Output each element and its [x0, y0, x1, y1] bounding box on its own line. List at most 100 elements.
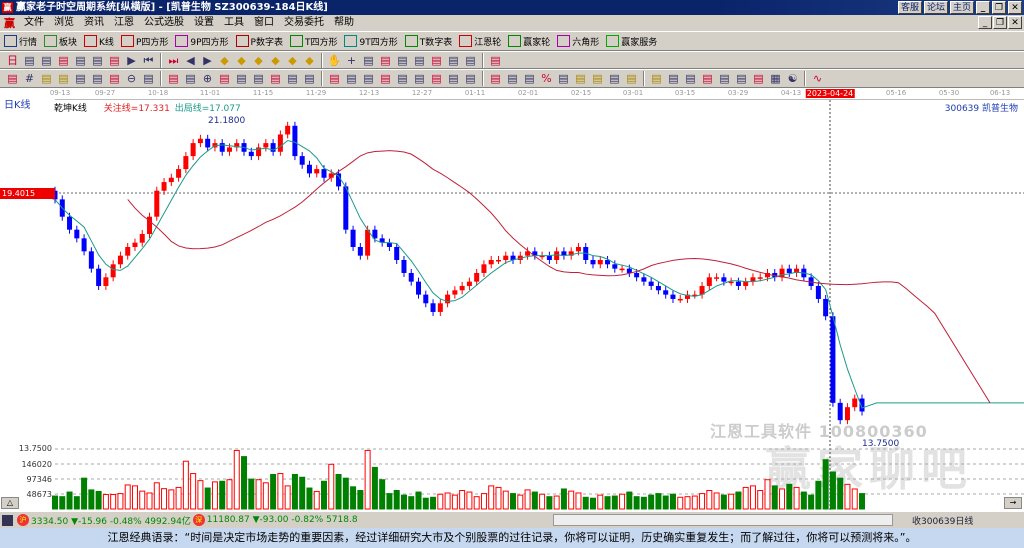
toolbar-button[interactable]: P数字表 [235, 35, 283, 48]
menu-item[interactable]: 公式选股 [139, 15, 189, 31]
triangle-icon[interactable]: ▤ [182, 71, 199, 86]
toolbar-button[interactable]: P四方形 [120, 35, 168, 48]
home-link[interactable]: 主页 [949, 1, 974, 14]
scroll-right-button[interactable]: → [1004, 497, 1022, 509]
gold2-icon[interactable]: ▤ [55, 71, 72, 86]
percent-red-icon[interactable]: ▤ [521, 71, 538, 86]
circle-icon[interactable]: ⊖ [123, 71, 140, 86]
angle3-icon[interactable]: ▤ [699, 71, 716, 86]
mesh-icon[interactable]: ▤ [445, 71, 462, 86]
parallel-icon[interactable]: ▤ [250, 71, 267, 86]
speed-icon[interactable]: ▤ [606, 71, 623, 86]
service-link[interactable]: 客服 [897, 1, 922, 14]
wave-lines-icon[interactable]: ▤ [487, 71, 504, 86]
calculator-icon[interactable] [2, 514, 13, 526]
fork-icon[interactable]: ▤ [72, 71, 89, 86]
mesh2-icon[interactable]: ▤ [462, 71, 479, 86]
cycle-icon[interactable]: ▤ [89, 71, 106, 86]
hand-icon[interactable]: ✋ [326, 53, 343, 68]
menu-item[interactable]: 资讯 [79, 15, 109, 31]
angle4-icon[interactable]: ▤ [716, 71, 733, 86]
menu-item[interactable]: 帮助 [329, 15, 359, 31]
child-close-button[interactable]: ✕ [1008, 16, 1022, 29]
menu-item[interactable]: 文件 [19, 15, 49, 31]
spiral-icon[interactable]: ▤ [394, 71, 411, 86]
toolbar-button[interactable]: T四方形 [289, 35, 337, 48]
ruler-icon[interactable]: ▤ [326, 71, 343, 86]
angle2-icon[interactable]: ▤ [682, 71, 699, 86]
chart-area[interactable]: 09-13 09-27 10-18 11-01 11-15 11-29 12-13 12-27… [0, 88, 1024, 512]
calendar-icon[interactable]: ▤ [411, 53, 428, 68]
menu-item[interactable]: 工具 [219, 15, 249, 31]
toolbar-button[interactable]: 赢家服务 [606, 35, 657, 48]
gear-icon[interactable]: ▤ [394, 53, 411, 68]
right-icon[interactable]: ▶ [199, 53, 216, 68]
day-icon[interactable]: 日 [4, 53, 21, 68]
node-icon[interactable]: ▤ [377, 53, 394, 68]
crosshair-icon[interactable]: + [343, 53, 360, 68]
star-icon[interactable]: ▤ [216, 71, 233, 86]
toolbar-button[interactable]: 行情 [4, 35, 37, 48]
notes-icon[interactable]: ▤ [445, 53, 462, 68]
menu-item[interactable]: 交易委托 [279, 15, 329, 31]
candle-icon[interactable]: ▤ [89, 53, 106, 68]
diamond-icon[interactable]: ◆ [267, 53, 284, 68]
gann-icon[interactable]: ▤ [504, 71, 521, 86]
diamond-icon[interactable]: ◆ [216, 53, 233, 68]
rights-icon[interactable]: ▤ [106, 53, 123, 68]
lines-icon[interactable]: ▤ [140, 71, 157, 86]
horizontal-scrollbar[interactable] [553, 514, 893, 526]
menu-item[interactable]: 浏览 [49, 15, 79, 31]
restore-button[interactable]: ❐ [992, 1, 1006, 14]
diamond-icon[interactable]: ◆ [284, 53, 301, 68]
taiji-icon[interactable]: ☯ [784, 71, 801, 86]
gold-coin-icon[interactable]: ▤ [572, 71, 589, 86]
save-icon[interactable]: ▤ [462, 53, 479, 68]
gold-lines-icon[interactable]: ▤ [589, 71, 606, 86]
arc-icon[interactable]: ▤ [377, 71, 394, 86]
child-restore-button[interactable]: ❐ [993, 16, 1007, 29]
sine-icon[interactable]: ∿ [809, 71, 826, 86]
fan-icon[interactable]: ▤ [267, 71, 284, 86]
angle-lines-icon[interactable]: ▤ [665, 71, 682, 86]
child-minimize-button[interactable]: _ [978, 16, 992, 29]
toolbar-button[interactable]: T数字表 [404, 35, 452, 48]
flag-icon[interactable]: ▶ [123, 53, 140, 68]
square-grid-icon[interactable]: ▤ [301, 71, 318, 86]
wave-icon[interactable]: ▤ [55, 53, 72, 68]
collapse-button[interactable]: △ [1, 497, 19, 509]
gold-fan-icon[interactable]: ▤ [623, 71, 640, 86]
box-icon[interactable]: ▤ [233, 71, 250, 86]
diamond-icon[interactable]: ◆ [250, 53, 267, 68]
menu-item[interactable]: 江恩 [109, 15, 139, 31]
toolbar-button[interactable]: 赢家轮 [508, 35, 550, 48]
gold-icon[interactable]: ▤ [38, 71, 55, 86]
first-icon[interactable]: ⏮ [140, 53, 157, 68]
zigzag-icon[interactable]: ▤ [428, 71, 445, 86]
toolbar-button[interactable]: 9P四方形 [175, 35, 229, 48]
curve-icon[interactable]: ▤ [360, 53, 377, 68]
minimize-button[interactable]: _ [976, 1, 990, 14]
toolbar-button[interactable]: 9T四方形 [344, 35, 398, 48]
chart-icon[interactable]: ▤ [21, 53, 38, 68]
angle-icon[interactable]: ▤ [411, 71, 428, 86]
pen-icon[interactable]: ▤ [4, 71, 21, 86]
brush-icon[interactable]: ▤ [106, 71, 123, 86]
n2-icon[interactable]: ▤ [165, 71, 182, 86]
truck-icon[interactable]: ▤ [487, 53, 504, 68]
diamond-icon[interactable]: ◆ [233, 53, 250, 68]
angle5-icon[interactable]: ▤ [733, 71, 750, 86]
calculator-icon[interactable]: ▤ [428, 53, 445, 68]
angle6-icon[interactable]: ▤ [750, 71, 767, 86]
close-button[interactable]: ✕ [1008, 1, 1022, 14]
toolbar-button[interactable]: 板块 [44, 35, 77, 48]
menu-item[interactable]: 窗口 [249, 15, 279, 31]
toolbar-button[interactable]: 六角形 [557, 35, 599, 48]
percent-lines-icon[interactable]: ▤ [555, 71, 572, 86]
toolbar-button[interactable]: K线 [84, 35, 114, 48]
last-icon[interactable]: ⏭ [165, 53, 182, 68]
grid-icon[interactable]: # [21, 71, 38, 86]
table-icon[interactable]: ▦ [767, 71, 784, 86]
rect-icon[interactable]: ▤ [343, 71, 360, 86]
forum-link[interactable]: 论坛 [923, 1, 948, 14]
